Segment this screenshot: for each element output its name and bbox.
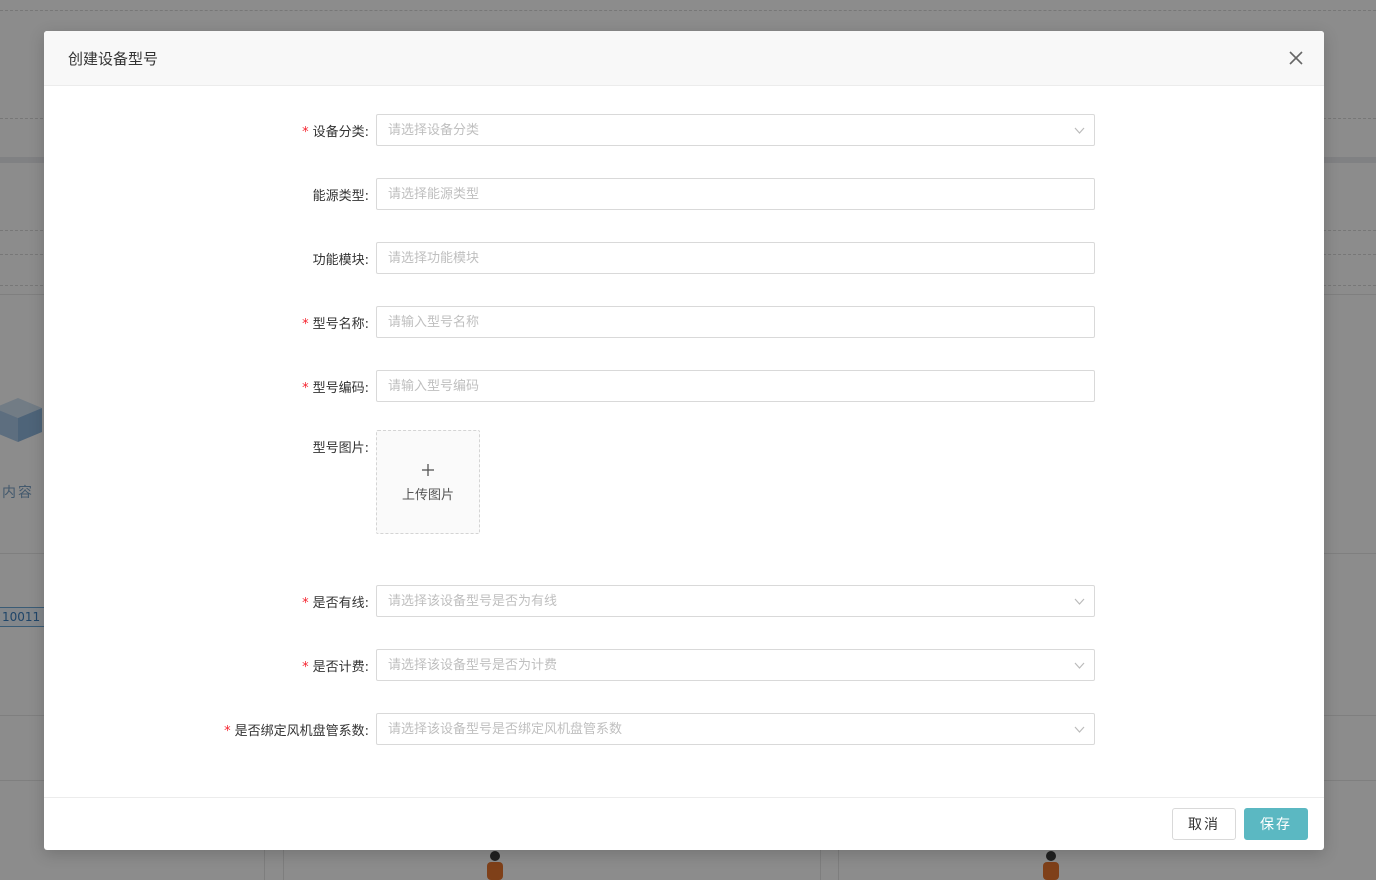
form-row-is-billed: * 是否计费:	[44, 649, 1324, 681]
dialog-footer: 取消 保存	[44, 797, 1324, 851]
model-name-field[interactable]	[376, 306, 1095, 338]
model-image-label: 型号图片:	[312, 441, 369, 456]
device-category-label-text: 设备分类:	[312, 125, 369, 140]
model-name-label-text: 型号名称:	[312, 317, 369, 332]
device-category-label: * 设备分类:	[302, 121, 369, 140]
is-wired-select[interactable]	[376, 585, 1095, 617]
dialog-header: 创建设备型号	[44, 31, 1324, 86]
required-mark: *	[302, 125, 309, 140]
form-row-bind-fan-coil: * 是否绑定风机盘管系数:	[44, 713, 1324, 745]
is-billed-label-text: 是否计费:	[312, 660, 369, 675]
form-row-function-module: 功能模块:	[44, 242, 1324, 274]
model-code-field[interactable]	[376, 370, 1095, 402]
function-module-input[interactable]	[377, 243, 1068, 273]
close-icon[interactable]	[1286, 48, 1306, 68]
chevron-down-icon	[1074, 127, 1085, 134]
plus-icon	[422, 464, 434, 476]
model-name-label: * 型号名称:	[302, 313, 369, 332]
cancel-button[interactable]: 取消	[1172, 808, 1236, 840]
model-code-input[interactable]	[377, 371, 1068, 401]
is-wired-label-text: 是否有线:	[312, 596, 369, 611]
energy-type-label: 能源类型:	[312, 189, 369, 204]
energy-type-input[interactable]	[377, 179, 1068, 209]
required-mark: *	[302, 596, 309, 611]
is-billed-select[interactable]	[376, 649, 1095, 681]
chevron-down-icon	[1074, 726, 1085, 733]
upload-image-button[interactable]: 上传图片	[376, 430, 480, 534]
dialog-title: 创建设备型号	[68, 50, 159, 68]
function-module-label: 功能模块:	[312, 253, 369, 268]
form-row-model-image: 型号图片: 上传图片	[44, 430, 1324, 534]
is-wired-input[interactable]	[377, 586, 1068, 616]
chevron-down-icon	[1074, 598, 1085, 605]
save-button[interactable]: 保存	[1244, 808, 1308, 840]
bind-fan-coil-label-text: 是否绑定风机盘管系数:	[234, 724, 369, 739]
required-mark: *	[302, 660, 309, 675]
bind-fan-coil-select[interactable]	[376, 713, 1095, 745]
model-code-label: * 型号编码:	[302, 377, 369, 396]
is-wired-label: * 是否有线:	[302, 592, 369, 611]
upload-image-label: 上传图片	[401, 488, 454, 503]
function-module-field[interactable]	[376, 242, 1095, 274]
device-category-input[interactable]	[377, 115, 1068, 145]
form-row-model-name: * 型号名称:	[44, 306, 1324, 338]
is-billed-label: * 是否计费:	[302, 656, 369, 675]
required-mark: *	[302, 317, 309, 332]
bind-fan-coil-label: * 是否绑定风机盘管系数:	[224, 720, 369, 739]
form-row-model-code: * 型号编码:	[44, 370, 1324, 402]
model-code-label-text: 型号编码:	[312, 381, 369, 396]
model-name-input[interactable]	[377, 307, 1068, 337]
required-mark: *	[224, 724, 231, 739]
device-category-select[interactable]	[376, 114, 1095, 146]
form-row-energy-type: 能源类型:	[44, 178, 1324, 210]
energy-type-field[interactable]	[376, 178, 1095, 210]
chevron-down-icon	[1074, 662, 1085, 669]
create-device-model-dialog: 创建设备型号 *设备分类: 能源类型: 功能模块: *型号名称:	[44, 31, 1324, 850]
bind-fan-coil-input[interactable]	[377, 714, 1068, 744]
required-mark: *	[302, 381, 309, 396]
form-row-device-category: * 设备分类:	[44, 114, 1324, 146]
is-billed-input[interactable]	[377, 650, 1068, 680]
form-row-is-wired: * 是否有线:	[44, 585, 1324, 617]
